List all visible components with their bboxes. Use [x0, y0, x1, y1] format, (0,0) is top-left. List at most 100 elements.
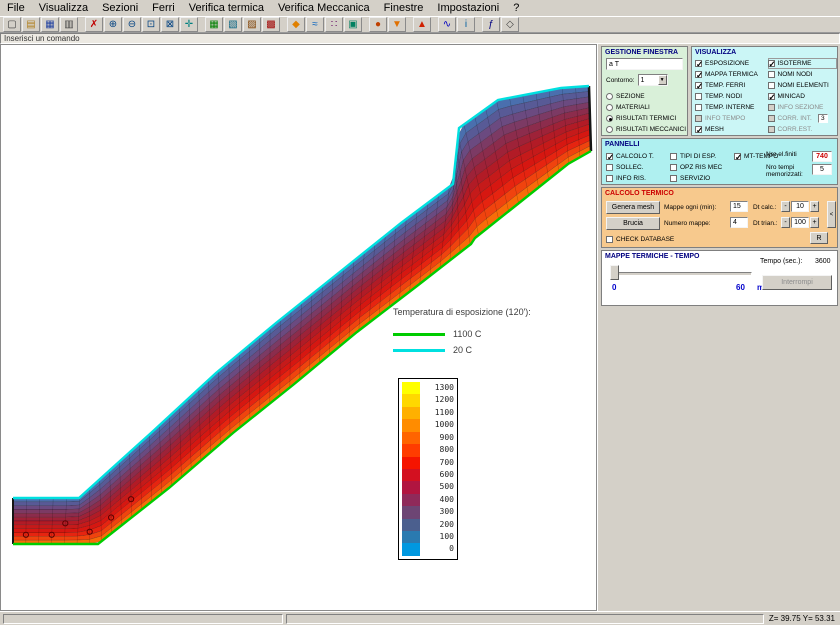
radio-risultati-termici[interactable]: RISULTATI TERMICI [606, 113, 686, 124]
toolbar-zoom-in-button[interactable]: ⊕ [104, 17, 122, 32]
menu-item-verifica-termica[interactable]: Verifica termica [182, 1, 271, 15]
window-name-input[interactable]: a T [606, 58, 683, 70]
checkbox[interactable] [606, 153, 613, 160]
toolbar-zoom-extents-button[interactable]: ⊠ [161, 17, 179, 32]
toolbar-new-button[interactable]: ▢ [3, 17, 21, 32]
checkbox[interactable] [695, 126, 702, 133]
chevron-down-icon[interactable] [658, 75, 667, 85]
checkbox[interactable] [606, 236, 613, 243]
collapse-panel-button[interactable]: < [827, 201, 836, 228]
menu-item-ferri[interactable]: Ferri [145, 1, 182, 15]
check-isoterme[interactable]: ISOTERME [768, 58, 838, 69]
checkbox[interactable] [670, 175, 677, 182]
toolbar-print-button[interactable]: ▥ [60, 17, 78, 32]
check-nomi-elementi[interactable]: NOMI ELEMENTI [768, 80, 838, 91]
dt-trian-decrement-button[interactable]: - [781, 217, 790, 228]
check-nomi-nodi[interactable]: NOMI NODI [768, 69, 838, 80]
checkbox[interactable] [606, 164, 613, 171]
check-opz-ris-mec[interactable]: OPZ RIS MEC [670, 162, 726, 173]
toolbar-info-button[interactable]: i [457, 17, 475, 32]
checkbox[interactable] [695, 82, 702, 89]
toolbar-elements-button[interactable]: ▣ [344, 17, 362, 32]
radio-sezione[interactable]: SEZIONE [606, 91, 686, 102]
toolbar-mesh-button[interactable]: ▦ [205, 17, 223, 32]
genera-mesh-button[interactable]: Genera mesh [606, 201, 660, 214]
check-check-database[interactable]: CHECK DATABASE [606, 234, 674, 245]
checkbox[interactable] [734, 153, 741, 160]
numero-mappe-input[interactable]: 4 [730, 217, 748, 228]
toolbar-open-button[interactable]: ▤ [22, 17, 40, 32]
check-minicad[interactable]: MINICAD [768, 91, 838, 102]
brucia-button[interactable]: Brucia [606, 217, 660, 230]
check-info-ris[interactable]: INFO RIS. [606, 173, 662, 184]
menu-item-finestre[interactable]: Finestre [377, 1, 431, 15]
toolbar-save-button[interactable]: ▦ [41, 17, 59, 32]
checkbox[interactable] [670, 153, 677, 160]
checkbox[interactable] [695, 93, 702, 100]
check-temp-nodi[interactable]: TEMP. NODI [695, 91, 765, 102]
toolbar-delete-button[interactable]: ✗ [85, 17, 103, 32]
dt-calc-input[interactable]: 10 [791, 201, 809, 212]
radio-button[interactable] [606, 104, 613, 111]
toolbar-diagram-button[interactable]: ∿ [438, 17, 456, 32]
checkbox[interactable] [768, 126, 775, 133]
toolbar-burn-button[interactable]: ▲ [413, 17, 431, 32]
dt-calc-increment-button[interactable]: + [810, 201, 819, 212]
drawing-canvas[interactable]: Temperatura di esposizione (120'): 1100 … [0, 44, 597, 611]
check-sollec[interactable]: SOLLEC. [606, 162, 662, 173]
check-corr-int-value[interactable]: 3 [818, 114, 828, 123]
toolbar-isotherms-button[interactable]: ≈ [306, 17, 324, 32]
checkbox[interactable] [768, 93, 775, 100]
contorno-select[interactable]: 1 [638, 74, 668, 86]
toolbar-view-3d-button[interactable]: ◇ [501, 17, 519, 32]
toolbar-zoom-out-button[interactable]: ⊖ [123, 17, 141, 32]
checkbox[interactable] [768, 71, 775, 78]
toolbar-materials-button[interactable]: ▨ [243, 17, 261, 32]
checkbox[interactable] [768, 104, 775, 111]
toolbar-temperature-button[interactable]: ● [369, 17, 387, 32]
time-slider-handle[interactable] [610, 265, 619, 280]
check-tipi-di-esp[interactable]: TIPI DI ESP. [670, 151, 726, 162]
toolbar-section-button[interactable]: ▧ [224, 17, 242, 32]
check-temp-interne[interactable]: TEMP. INTERNE [695, 102, 765, 113]
toolbar-exposure-button[interactable]: ◆ [287, 17, 305, 32]
r-button[interactable]: R [810, 232, 828, 244]
menu-item-impostazioni[interactable]: Impostazioni [430, 1, 506, 15]
check-mappa-termica[interactable]: MAPPA TERMICA [695, 69, 765, 80]
checkbox[interactable] [695, 104, 702, 111]
time-slider-track[interactable] [612, 272, 752, 276]
menu-item-visualizza[interactable]: Visualizza [32, 1, 95, 15]
checkbox[interactable] [768, 60, 775, 67]
check-esposizione[interactable]: ESPOSIZIONE [695, 58, 765, 69]
toolbar-fx-button[interactable]: ƒ [482, 17, 500, 32]
check-calcolo-t[interactable]: CALCOLO T. [606, 151, 662, 162]
toolbar-thermal-map-button[interactable]: ▩ [262, 17, 280, 32]
toolbar-pan-button[interactable]: ✛ [180, 17, 198, 32]
dt-calc-decrement-button[interactable]: - [781, 201, 790, 212]
dt-trian-input[interactable]: 100 [791, 217, 809, 228]
menu-item-sezioni[interactable]: Sezioni [95, 1, 145, 15]
toolbar-drop-button[interactable]: ▼ [388, 17, 406, 32]
interrompi-button[interactable]: Interrompi [762, 275, 832, 290]
checkbox[interactable] [768, 115, 775, 122]
mappe-ogni-input[interactable]: 15 [730, 201, 748, 212]
radio-button[interactable] [606, 115, 613, 122]
checkbox[interactable] [606, 175, 613, 182]
dt-trian-increment-button[interactable]: + [810, 217, 819, 228]
checkbox[interactable] [695, 115, 702, 122]
checkbox[interactable] [768, 82, 775, 89]
radio-button[interactable] [606, 93, 613, 100]
toolbar-nodes-button[interactable]: ∷ [325, 17, 343, 32]
check-mesh[interactable]: MESH [695, 124, 765, 135]
check-temp-ferri[interactable]: TEMP. FERRI [695, 80, 765, 91]
check-servizio[interactable]: SERVIZIO [670, 173, 726, 184]
radio-button[interactable] [606, 126, 613, 133]
checkbox[interactable] [695, 60, 702, 67]
menu-item-file[interactable]: File [0, 1, 32, 15]
radio-materiali[interactable]: MATERIALI [606, 102, 686, 113]
command-bar[interactable]: Inserisci un comando [0, 33, 840, 44]
menu-item-verifica-meccanica[interactable]: Verifica Meccanica [271, 1, 377, 15]
radio-risultati-meccanici[interactable]: RISULTATI MECCANICI [606, 124, 686, 135]
menu-item-help[interactable]: ? [506, 1, 526, 15]
checkbox[interactable] [670, 164, 677, 171]
